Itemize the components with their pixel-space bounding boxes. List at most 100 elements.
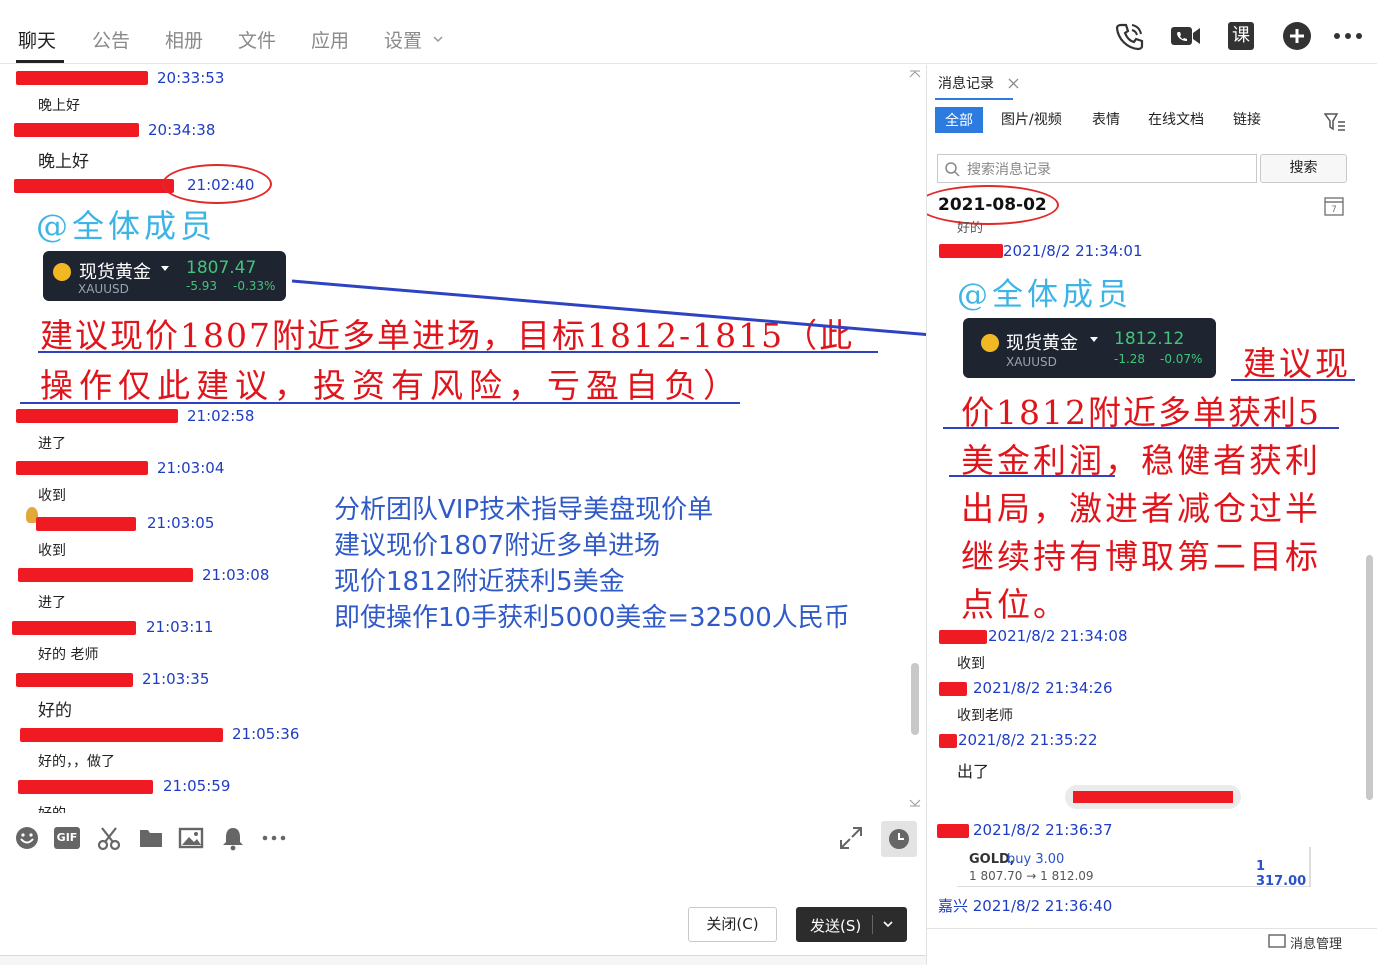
annotation-blue-line3: 现价1812附近获利5美金: [334, 567, 625, 597]
filter-media[interactable]: 图片/视频: [1001, 109, 1062, 129]
message-time: 20:34:38: [148, 121, 216, 139]
gold-change: -5.93: [186, 279, 218, 293]
trade-profit: 1 317.00: [1256, 859, 1307, 889]
panel-tab-underline: [935, 98, 1013, 100]
annotation-blue-line2: 建议现价1807附近多单进场: [334, 531, 661, 561]
gold-quote-card[interactable]: 现货黄金 XAUUSD 1807.47 -5.93 -0.33%: [43, 251, 286, 301]
gold-change-percent: -0.07%: [1160, 352, 1203, 366]
redacted-sender: [14, 179, 174, 193]
filter-links[interactable]: 链接: [1233, 109, 1261, 129]
trade-side: buy 3.00: [1007, 852, 1065, 867]
gold-symbol: XAUUSD: [78, 282, 129, 296]
emoji-icon[interactable]: [14, 825, 40, 851]
gold-symbol: XAUUSD: [1006, 355, 1057, 369]
send-label: 发送(S): [810, 917, 862, 935]
record-time: 2021/8/2 21:35:22: [958, 731, 1098, 749]
tab-album[interactable]: 相册: [165, 26, 203, 53]
panel-scrollbar[interactable]: [1366, 555, 1373, 800]
annotation-red-line2: 操作仅此建议，投资有风险，亏盈自负）: [40, 366, 742, 405]
more-icon[interactable]: [261, 825, 287, 851]
panel-annotation-line1: 建议现: [1243, 344, 1351, 383]
chat-message-list[interactable]: 20:33:53 晚上好 20:34:38 晚上好 21:02:40 @全体成员…: [0, 65, 926, 813]
tab-announcement[interactable]: 公告: [92, 26, 130, 53]
search-button[interactable]: 搜索: [1260, 154, 1347, 183]
phone-icon[interactable]: [1113, 20, 1145, 52]
video-call-icon[interactable]: [1169, 20, 1201, 52]
redacted-sender: [939, 630, 987, 644]
class-icon[interactable]: 课: [1228, 22, 1254, 50]
annotation-blue-line1: 分析团队VIP技术指导美盘现价单: [334, 495, 714, 525]
message-text: 晚上好: [38, 98, 80, 114]
message-manage-link[interactable]: 消息管理: [1290, 933, 1342, 952]
filter-stickers[interactable]: 表情: [1092, 109, 1120, 129]
panel-tab-title[interactable]: 消息记录: [938, 73, 994, 93]
image-icon[interactable]: [178, 825, 204, 851]
redacted-sender: [937, 824, 969, 838]
message-text: 好的，，做了: [38, 754, 115, 770]
annotation-red-line1: 建议现价1807附近多单进场，目标1812-1815（此: [40, 316, 855, 355]
record-time: 2021/8/2 21:34:08: [988, 627, 1128, 645]
more-icon[interactable]: [1332, 20, 1364, 52]
message-time: 21:03:04: [157, 459, 225, 477]
chat-scrollbar[interactable]: [911, 663, 919, 735]
message-time: 21:03:35: [142, 670, 210, 688]
scroll-down-icon[interactable]: [908, 798, 922, 808]
close-button[interactable]: 关闭(C): [688, 907, 777, 942]
redacted-sender: [12, 621, 136, 635]
record-text: 出了: [957, 762, 990, 781]
tab-settings[interactable]: 设置: [384, 26, 444, 53]
expand-icon[interactable]: [838, 825, 864, 851]
tab-files[interactable]: 文件: [238, 26, 276, 53]
caret-down-icon: [161, 266, 169, 271]
mention-all: @全体成员: [957, 277, 1132, 313]
message-text: 进了: [38, 595, 66, 611]
tab-chat[interactable]: 聊天: [18, 26, 56, 53]
bell-icon[interactable]: [220, 825, 246, 851]
folder-icon[interactable]: [138, 825, 164, 851]
send-button[interactable]: 发送(S): [796, 907, 907, 942]
search-input[interactable]: 搜索消息记录: [937, 154, 1257, 183]
filter-all[interactable]: 全部: [935, 107, 983, 133]
chevron-down-icon: [433, 36, 443, 43]
redacted-sender: [18, 780, 153, 794]
message-text: 好的: [38, 701, 72, 721]
tab-apps[interactable]: 应用: [311, 26, 349, 53]
trade-prices: 1 807.70 → 1 812.09: [969, 869, 1094, 883]
gold-quote-card[interactable]: 现货黄金 XAUUSD 1812.12 -1.28 -0.07%: [963, 318, 1216, 378]
annotation-blue-line4: 即使操作10手获利5000美金=32500人民币: [334, 603, 850, 633]
redacted-sender: [939, 244, 1003, 258]
record-time: 2021/8/2 21:34:26: [973, 679, 1113, 697]
calendar-icon[interactable]: 7: [1324, 196, 1344, 216]
message-text: 好的: [38, 803, 66, 813]
close-icon[interactable]: [1008, 78, 1019, 89]
panel-annotation-line4: 出局，激进者减仓过半: [961, 489, 1321, 528]
history-icon: [889, 829, 909, 849]
history-button[interactable]: [881, 821, 917, 857]
gold-name: 现货黄金: [79, 262, 151, 283]
filter-docs[interactable]: 在线文档: [1148, 109, 1204, 129]
gold-name: 现货黄金: [1006, 333, 1078, 354]
add-icon[interactable]: [1281, 20, 1313, 52]
svg-text:7: 7: [1331, 205, 1337, 215]
trade-card[interactable]: GOLD, buy 3.00 1 807.70 → 1 812.09 1 317…: [957, 847, 1311, 889]
panel-annotation-line5: 继续持有博取第二目标: [961, 537, 1321, 576]
gif-icon[interactable]: GIF: [54, 827, 80, 849]
redacted-sender: [939, 682, 967, 696]
gold-change: -1.28: [1114, 352, 1146, 366]
search-icon: [945, 162, 960, 177]
message-text: 收到: [38, 543, 66, 559]
mention-all: @全体成员: [36, 207, 217, 245]
message-time: 21:05:36: [232, 725, 300, 743]
chevron-down-icon[interactable]: [882, 919, 894, 929]
filter-icon[interactable]: [1324, 112, 1346, 132]
redacted-sender: [16, 461, 148, 475]
message-text: 收到: [38, 488, 66, 504]
redacted-sender: [36, 517, 136, 531]
record-time: 2021/8/2 21:34:01: [1003, 242, 1143, 260]
scroll-up-icon[interactable]: [908, 69, 922, 79]
record-time: 2021/8/2 21:36:37: [973, 821, 1113, 839]
message-time: 21:05:59: [163, 777, 231, 795]
scissors-icon[interactable]: [96, 825, 122, 851]
window-bottom-strip: [0, 955, 926, 965]
search-placeholder: 搜索消息记录: [967, 162, 1051, 178]
